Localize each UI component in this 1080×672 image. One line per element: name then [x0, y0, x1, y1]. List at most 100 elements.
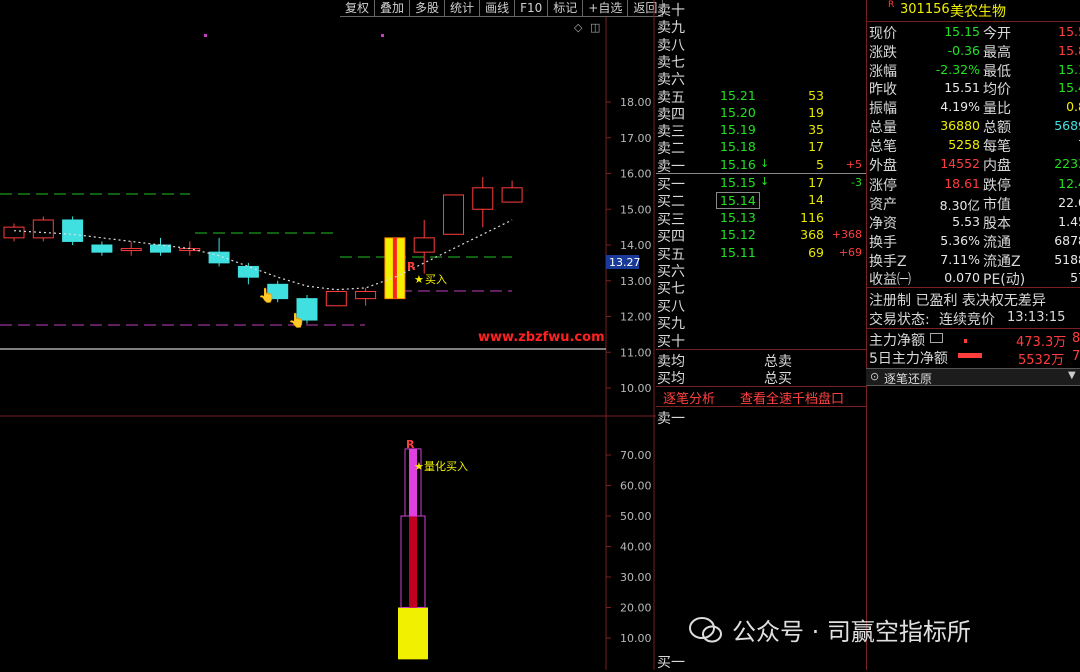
buy-level-volume: 17	[808, 175, 824, 190]
candle-body[interactable]	[355, 290, 377, 300]
full-depth-link[interactable]: 查看全速千档盘口	[740, 388, 844, 407]
tick-last-label: 买一	[657, 655, 685, 671]
tick-restore-label: 逐笔还原	[884, 372, 933, 386]
buy-level-row[interactable]: 买八	[656, 296, 866, 315]
sell-level-row[interactable]: 卖三 15.19 35	[656, 121, 866, 140]
candle-body[interactable]	[413, 237, 435, 253]
price-tick-label: 10.00	[620, 382, 652, 395]
sell-level-price: 15.19	[720, 122, 756, 138]
buy-level-row[interactable]: 买七	[656, 278, 866, 297]
quote-row: 涨幅 -2.32% 最低 15.1	[866, 61, 1080, 80]
stock-code: 301156	[900, 2, 950, 17]
quote-label: 流通	[983, 234, 1011, 251]
indicator-tick-label: 60.00	[620, 480, 652, 493]
buy-level-row[interactable]: 买一 15.15 ↓ 17 -3	[656, 174, 866, 193]
order-book-panel: 卖十 卖九 卖八 卖七 卖六 卖五 15.21 53 卖四 15.20 19 卖…	[656, 0, 866, 671]
quote-row: 换手 5.36% 流通 6878	[866, 232, 1080, 251]
sell-level-price: 15.18	[720, 139, 756, 155]
info-icon[interactable]	[930, 333, 943, 343]
sell-level-row[interactable]: 卖一 15.16 ↓ 5 +5	[656, 156, 866, 175]
price-axis-labels: 18.00 17.00 16.00 15.00 14.00 13.00 12.00 11.00…	[606, 96, 652, 395]
quote-value: 5689	[1054, 118, 1080, 133]
quote-label: 量比	[983, 101, 1011, 118]
candle-body[interactable]	[472, 187, 494, 210]
main-net-5d-bar	[958, 353, 982, 358]
indicator-bar-base	[398, 607, 428, 660]
sell-level-row[interactable]: 卖十	[656, 0, 866, 19]
candle-body[interactable]	[120, 248, 142, 252]
sell-level-row[interactable]: 卖二 15.18 17	[656, 138, 866, 157]
sell-level-row[interactable]: 卖七	[656, 52, 866, 71]
quote-value: 7	[1016, 137, 1080, 152]
down-arrow-icon: ↓	[760, 175, 770, 188]
quote-label: 最低	[983, 63, 1011, 80]
indicator-axis-labels: 70.00 60.00 50.00 40.00 30.00 20.00 10.00	[606, 449, 652, 645]
wechat-icon	[689, 616, 722, 642]
buy-level-row[interactable]: 买九	[656, 313, 866, 332]
candle-body[interactable]	[501, 187, 523, 203]
sell-level-row[interactable]: 卖四 15.20 19	[656, 104, 866, 123]
buy-level-row[interactable]: 买四 15.12 368 +368	[656, 226, 866, 245]
candle-body[interactable]	[150, 244, 171, 253]
main-net-5d-label: 5日主力净额	[869, 351, 948, 367]
buy-level-row[interactable]: 买十	[656, 331, 866, 350]
quote-row: 总笔 5258 每笔 7	[866, 136, 1080, 155]
quote-label: 最高	[983, 44, 1011, 61]
panel-resize-icon[interactable]: ◫	[590, 21, 600, 34]
buy-level-price: 15.13	[720, 209, 756, 225]
quote-divider	[866, 328, 1080, 329]
candle-body[interactable]	[62, 219, 84, 242]
price-tick-label: 12.00	[620, 311, 652, 324]
tick-analysis-link[interactable]: 逐笔分析	[663, 388, 715, 407]
buy-level-change: -3	[851, 176, 862, 189]
chevron-down-icon[interactable]: ⊙	[870, 370, 879, 383]
candle-body[interactable]	[32, 219, 54, 239]
quote-value: 22.0	[1058, 195, 1080, 211]
trade-status-value: 连续竞价	[939, 312, 995, 328]
sell-level-row[interactable]: 卖六	[656, 69, 866, 88]
quote-value: 15.5	[1058, 24, 1080, 39]
sell-level-price: 15.16	[720, 156, 756, 172]
sell-level-volume: 17	[808, 139, 824, 155]
sell-level-row[interactable]: 卖八	[656, 35, 866, 54]
order-book-divider	[656, 406, 866, 407]
buy-avg-label: 买均	[657, 371, 685, 387]
quote-value: 15.8	[1058, 42, 1080, 58]
price-tick-label: 13.00	[620, 275, 652, 288]
sell-level-price: 15.21	[720, 87, 756, 103]
sell-level-change: +5	[845, 157, 862, 171]
buy-signal-label: 买入	[425, 273, 447, 286]
quote-value: 15.51	[944, 80, 980, 96]
quote-label: 昨收	[869, 82, 897, 99]
quote-label: 振幅	[869, 101, 897, 118]
quote-label: 涨幅	[869, 63, 897, 80]
buy-level-row[interactable]: 买二 15.14 14	[656, 191, 866, 210]
sell-level-row[interactable]: 卖九	[656, 17, 866, 36]
quote-label: 内盘	[983, 157, 1011, 174]
buy-level-row[interactable]: 买五 15.11 69 +69	[656, 244, 866, 263]
buy-level-volume: 116	[800, 209, 824, 225]
dropdown-arrow-icon[interactable]: ▼	[1068, 370, 1076, 381]
kline-chart[interactable]: ◇ ◫ 👆 👆 R ★ 买入 18.00 17.00 16.00 15.00 14.00…	[0, 0, 656, 670]
buy-level-row[interactable]: 买三 15.13 116	[656, 209, 866, 228]
buy-level-row[interactable]: 买六	[656, 261, 866, 280]
price-tick-label: 18.00	[620, 96, 652, 109]
candle-body[interactable]	[208, 251, 230, 264]
candle-body[interactable]	[443, 194, 464, 235]
buy-level-volume: 69	[808, 244, 824, 260]
candle-body[interactable]	[237, 265, 259, 278]
quote-label: 跌停	[983, 178, 1011, 195]
sell-level-row[interactable]: 卖五 15.21 53	[656, 87, 866, 106]
quote-label: 总额	[983, 120, 1011, 136]
candle-stripe	[392, 237, 397, 299]
diamond-icon[interactable]: ◇	[574, 21, 583, 34]
price-tick-label: 17.00	[620, 132, 652, 145]
tick-first-label: 卖一	[657, 411, 685, 427]
candle-body[interactable]	[3, 226, 25, 239]
quote-label: 总量	[869, 120, 897, 136]
candle-body[interactable]	[91, 244, 113, 253]
quote-row: 换手Z 7.11% 流通Z 5188	[866, 251, 1080, 270]
quote-value: 0.8	[1066, 99, 1080, 115]
candle-body[interactable]	[325, 290, 347, 307]
tick-restore-bar[interactable]: ⊙ 逐笔还原 ▼	[866, 368, 1080, 386]
